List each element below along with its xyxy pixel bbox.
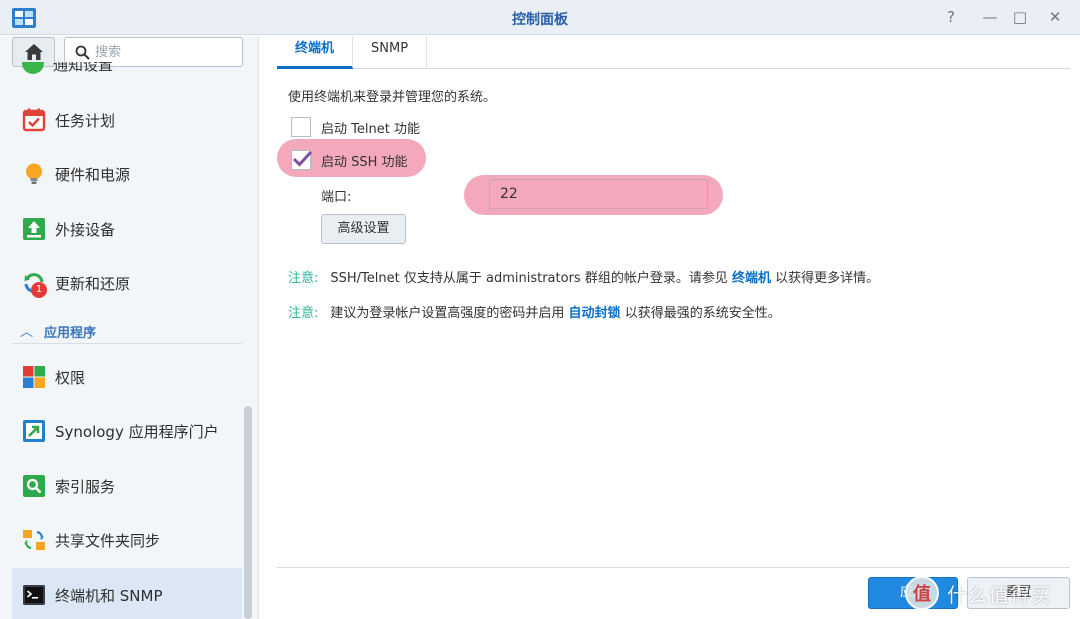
sidebar-item-label: 外接设备 — [55, 220, 116, 239]
sidebar-item-label: Synology 应用程序门户 — [55, 422, 219, 441]
sidebar-item-task-scheduler[interactable]: 任务计划 — [12, 93, 242, 147]
sidebar-item-external-devices[interactable]: 外接设备 — [12, 202, 242, 256]
app-portal-icon — [22, 419, 46, 443]
sidebar-item-app-portal[interactable]: Synology 应用程序门户 — [12, 404, 242, 458]
port-label: 端口: — [321, 190, 352, 205]
minimize-button[interactable]: — — [980, 7, 1000, 27]
note-security: 注意: 建议为登录帐户设置高强度的密码并启用 自动封锁 以获得最强的系统安全性。 — [288, 302, 781, 321]
ssh-option[interactable]: 启动 SSH 功能 — [291, 149, 408, 171]
terminal-help-link[interactable]: 终端机 — [732, 271, 771, 286]
watermark: 值 什么值得买 — [905, 574, 1052, 612]
note-text-after: 以获得最强的系统安全性。 — [624, 306, 781, 321]
telnet-checkbox[interactable] — [291, 117, 311, 137]
checkmark-icon — [292, 150, 313, 167]
watermark-text: 什么值得买 — [947, 582, 1052, 607]
watermark-logo-icon: 值 — [905, 576, 939, 610]
tab-bar: 终端机 SNMP — [277, 36, 1070, 69]
footer-divider — [277, 567, 1070, 568]
sidebar-item-notification[interactable]: 通知设置 — [22, 62, 142, 76]
permission-grid-icon — [22, 365, 46, 389]
sidebar-item-update-restore[interactable]: 1 更新和还原 — [12, 256, 242, 310]
search-icon — [75, 45, 90, 60]
sidebar: 通知设置 任务计划 硬件和电源 — [0, 36, 259, 619]
chevron-up-icon: ︿ — [20, 325, 34, 340]
sidebar-item-indexing[interactable]: 索引服务 — [12, 459, 242, 513]
sidebar-item-label: 更新和还原 — [55, 274, 131, 293]
refresh-icon: 1 — [22, 271, 47, 298]
note-text-after: 以获得更多详情。 — [775, 271, 880, 286]
search-input[interactable] — [95, 42, 235, 62]
close-button[interactable]: ✕ — [1045, 7, 1065, 27]
sidebar-item-label: 索引服务 — [55, 477, 116, 496]
note-ssh-telnet: 注意: SSH/Telnet 仅支持从属于 administrators 群组的帐… — [288, 267, 879, 286]
help-button[interactable]: ? — [941, 7, 961, 27]
sidebar-item-folder-sync[interactable]: 共享文件夹同步 — [12, 513, 242, 567]
note-text: 建议为登录帐户设置高强度的密码并启用 — [330, 306, 565, 321]
tab-terminal[interactable]: 终端机 — [277, 36, 354, 69]
folder-sync-icon — [22, 528, 46, 552]
ssh-checkbox[interactable] — [291, 150, 313, 170]
sidebar-item-label: 终端机和 SNMP — [55, 586, 163, 605]
sidebar-item-terminal-snmp[interactable]: 终端机和 SNMP — [12, 568, 242, 619]
ssh-label: 启动 SSH 功能 — [321, 154, 408, 170]
upload-device-icon — [22, 217, 46, 241]
telnet-label: 启动 Telnet 功能 — [321, 121, 420, 137]
index-search-icon — [22, 474, 46, 498]
section-applications[interactable]: ︿ 应用程序 — [12, 318, 242, 344]
window-title: 控制面板 — [512, 12, 568, 28]
lightbulb-icon — [22, 162, 46, 186]
tab-snmp[interactable]: SNMP — [353, 36, 428, 69]
notification-icon — [22, 62, 44, 74]
sidebar-item-label: 共享文件夹同步 — [55, 531, 161, 550]
telnet-option[interactable]: 启动 Telnet 功能 — [291, 116, 420, 138]
terminal-description: 使用终端机来登录并管理您的系统。 — [288, 90, 497, 105]
sidebar-item-label: 硬件和电源 — [55, 165, 131, 184]
sidebar-item-hardware-power[interactable]: 硬件和电源 — [12, 147, 242, 201]
advanced-settings-button[interactable]: 高级设置 — [321, 214, 406, 244]
note-text: SSH/Telnet 仅支持从属于 administrators 群组的帐户登录… — [330, 271, 728, 286]
home-icon — [24, 44, 43, 60]
title-bar: 控制面板 ? — □ ✕ — [0, 0, 1080, 35]
note-tag: 注意: — [288, 306, 319, 321]
sidebar-scrollbar[interactable] — [244, 406, 252, 619]
sidebar-item-label: 任务计划 — [55, 111, 116, 130]
maximize-button[interactable]: □ — [1010, 7, 1030, 27]
update-badge: 1 — [31, 282, 47, 298]
sidebar-item-label: 通知设置 — [53, 62, 114, 74]
sidebar-item-privileges[interactable]: 权限 — [12, 350, 242, 404]
terminal-icon — [22, 583, 46, 607]
note-tag: 注意: — [288, 271, 319, 286]
auto-block-link[interactable]: 自动封锁 — [569, 306, 621, 321]
calendar-check-icon — [22, 108, 46, 132]
main-panel: 终端机 SNMP 使用终端机来登录并管理您的系统。 启动 Telnet 功能 启… — [277, 36, 1070, 619]
port-input[interactable] — [489, 179, 708, 209]
section-label: 应用程序 — [44, 326, 97, 341]
sidebar-item-label: 权限 — [55, 368, 86, 387]
